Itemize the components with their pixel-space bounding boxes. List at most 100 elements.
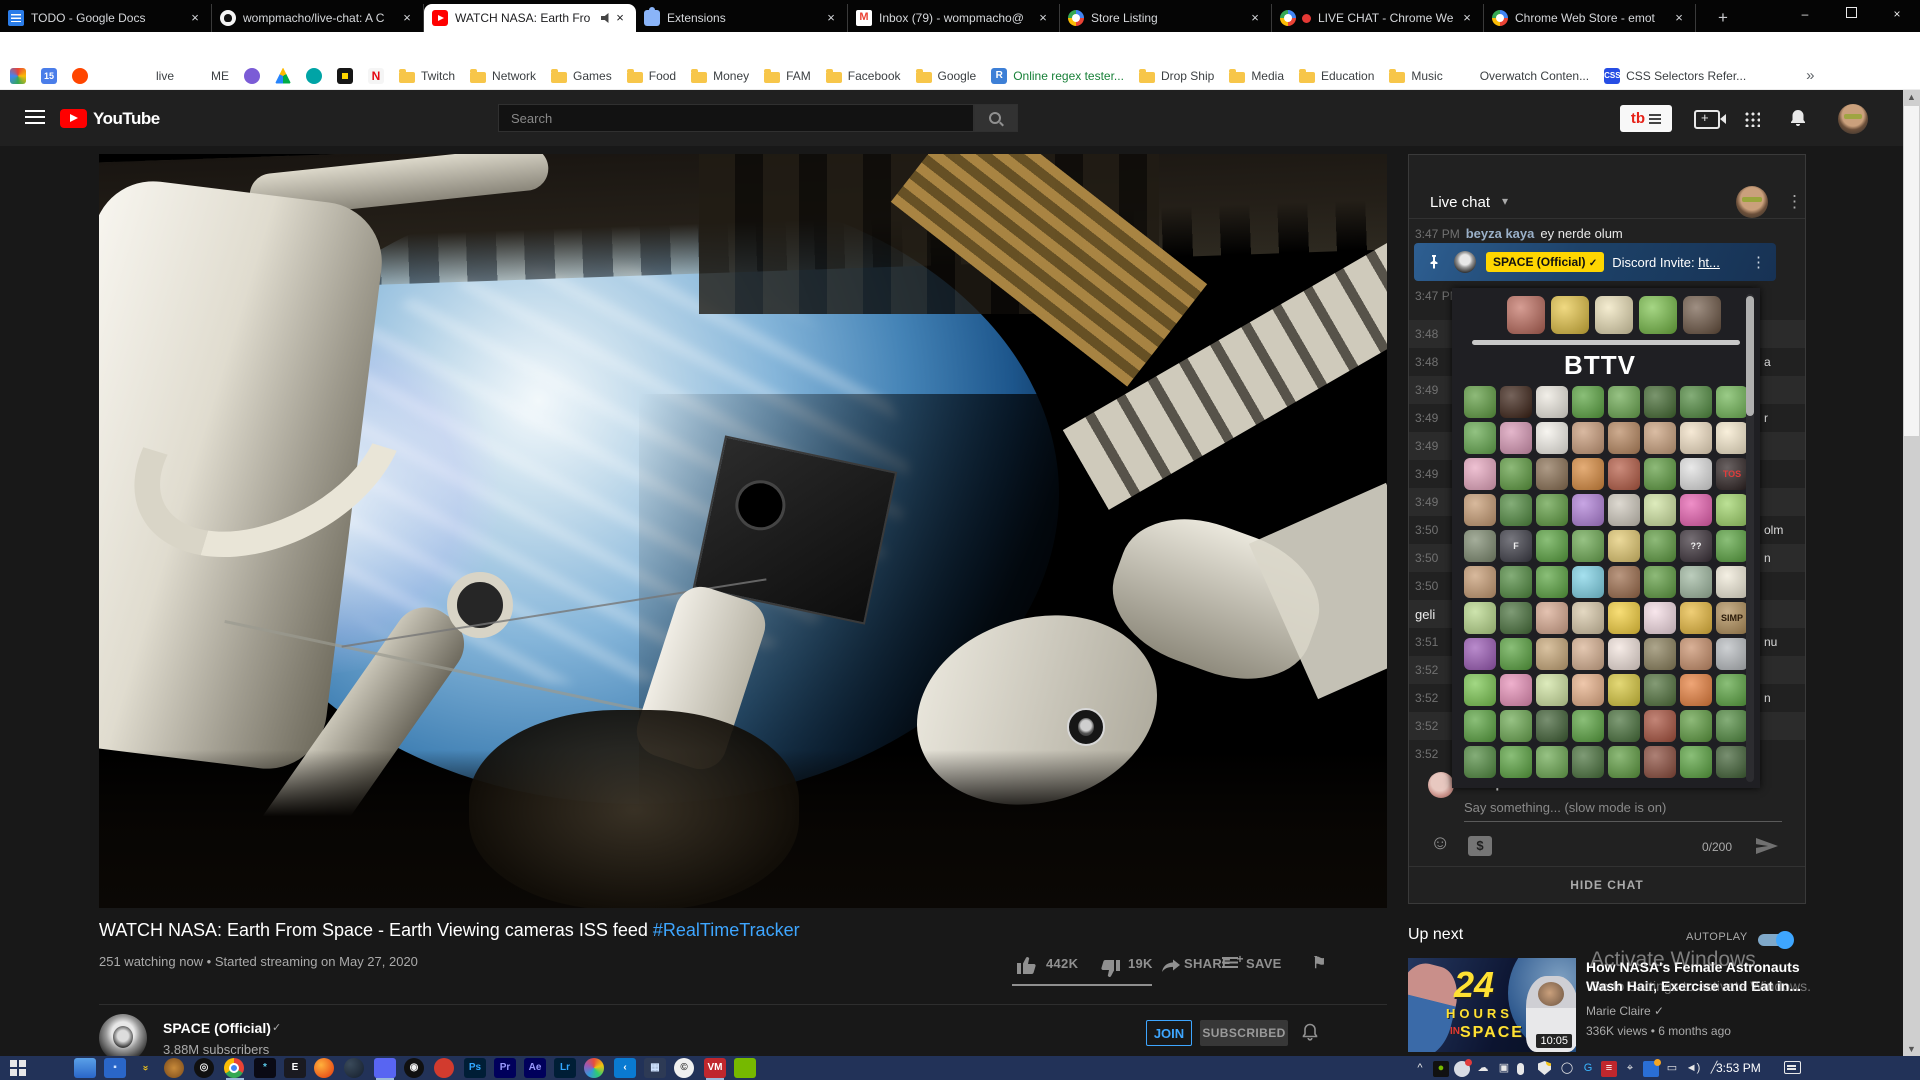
like-icon[interactable] xyxy=(1016,954,1037,976)
emote[interactable] xyxy=(1536,638,1568,670)
bookmark-item[interactable] xyxy=(275,68,291,84)
emote[interactable] xyxy=(1608,530,1640,562)
emote[interactable] xyxy=(1500,422,1532,454)
lightroom-app-icon[interactable]: Lr xyxy=(554,1058,576,1078)
picker-scrollbar-thumb[interactable] xyxy=(1746,296,1754,416)
autoplay-toggle[interactable] xyxy=(1758,934,1792,946)
dislike-count[interactable]: 19K xyxy=(1128,956,1153,971)
action-center-icon[interactable] xyxy=(1784,1061,1801,1074)
chat-input-placeholder[interactable]: Say something... (slow mode is on) xyxy=(1464,800,1666,815)
search-button[interactable] xyxy=(974,104,1018,132)
bookmark-item[interactable]: 15 xyxy=(41,68,57,84)
emote[interactable] xyxy=(1680,746,1712,778)
emote[interactable] xyxy=(1644,638,1676,670)
video-player[interactable] xyxy=(99,154,1387,908)
bookmark-item[interactable] xyxy=(72,68,88,84)
emote[interactable] xyxy=(1536,746,1568,778)
chevron-down-icon[interactable]: ▾ xyxy=(1502,194,1508,208)
emote[interactable] xyxy=(1500,746,1532,778)
premiere-app-icon[interactable]: Pr xyxy=(494,1058,516,1078)
emote[interactable] xyxy=(1500,494,1532,526)
pinned-menu-icon[interactable]: ⋮ xyxy=(1751,253,1766,271)
emote[interactable] xyxy=(1500,674,1532,706)
bookmarks-overflow-chevron[interactable]: » xyxy=(1806,67,1814,84)
channel-name[interactable]: SPACE (Official) xyxy=(163,1020,271,1036)
emote[interactable] xyxy=(1536,710,1568,742)
chevrons-app-icon[interactable]: » xyxy=(134,1058,156,1078)
chrome-app-icon[interactable] xyxy=(224,1058,246,1078)
chat-message[interactable]: 3:47 PMbeyza kayaey nerde olum xyxy=(1415,226,1623,241)
pen-tray-icon[interactable]: ╱ xyxy=(1706,1061,1722,1077)
emote[interactable] xyxy=(1680,422,1712,454)
game-app-icon[interactable] xyxy=(164,1058,184,1078)
bookmark-item[interactable]: Overwatch Conten... xyxy=(1458,68,1589,84)
scrollbar-up-arrow[interactable]: ▲ xyxy=(1903,90,1920,104)
aftereffects-app-icon[interactable]: Ae xyxy=(524,1058,546,1078)
emote[interactable] xyxy=(1572,386,1604,418)
emote[interactable] xyxy=(1464,566,1496,598)
power-tray-icon[interactable]: ◯ xyxy=(1559,1061,1575,1077)
emote[interactable] xyxy=(1716,386,1748,418)
browser-tab[interactable]: Extensions× xyxy=(636,4,848,32)
emote[interactable] xyxy=(1608,638,1640,670)
youtube-logo-text[interactable]: YouTube xyxy=(93,109,160,129)
emote[interactable] xyxy=(1608,422,1640,454)
tab-close-icon[interactable]: × xyxy=(823,10,839,26)
emote[interactable] xyxy=(1716,746,1748,778)
emote[interactable] xyxy=(1500,458,1532,490)
dislike-icon[interactable] xyxy=(1100,958,1121,980)
emote[interactable] xyxy=(1464,638,1496,670)
search-input[interactable] xyxy=(499,105,997,131)
suggestion-thumbnail[interactable]: 24 HOURS INSPACE 10:05 xyxy=(1408,958,1576,1052)
emote[interactable] xyxy=(1464,530,1496,562)
channel-watermark[interactable] xyxy=(1067,708,1105,746)
cloud-tray-icon[interactable]: ☁ xyxy=(1475,1061,1491,1077)
emote[interactable] xyxy=(1536,494,1568,526)
emote[interactable] xyxy=(1536,458,1568,490)
emote[interactable] xyxy=(1716,422,1748,454)
emote[interactable]: TOS xyxy=(1716,458,1748,490)
bookmark-folder[interactable]: FAM xyxy=(764,69,811,83)
emote[interactable]: SIMP xyxy=(1716,602,1748,634)
satellite-tray-icon[interactable]: ⌖ xyxy=(1622,1061,1638,1077)
recent-emote[interactable] xyxy=(1683,296,1721,334)
emote[interactable] xyxy=(1644,746,1676,778)
emote[interactable] xyxy=(1464,494,1496,526)
emote[interactable] xyxy=(1680,458,1712,490)
emote[interactable] xyxy=(1572,746,1604,778)
emote[interactable] xyxy=(1500,602,1532,634)
bookmark-item[interactable]: live xyxy=(134,68,174,84)
emote[interactable] xyxy=(1536,530,1568,562)
logitech-tray-icon[interactable]: G xyxy=(1580,1061,1596,1077)
emote[interactable] xyxy=(1464,602,1496,634)
emote[interactable] xyxy=(1644,710,1676,742)
tab-close-icon[interactable]: × xyxy=(1247,10,1263,26)
emote[interactable] xyxy=(1608,602,1640,634)
emote[interactable] xyxy=(1716,674,1748,706)
emote[interactable] xyxy=(1680,710,1712,742)
tubebuddy-button[interactable]: tb xyxy=(1620,105,1672,132)
epic-games-app-icon[interactable]: E xyxy=(284,1058,306,1078)
emote[interactable] xyxy=(1500,638,1532,670)
channel-avatar[interactable] xyxy=(99,1014,147,1062)
photoshop-app-icon[interactable]: Ps xyxy=(464,1058,486,1078)
tab-close-icon[interactable]: × xyxy=(1035,10,1051,26)
emote[interactable] xyxy=(1644,602,1676,634)
discord-tray-icon[interactable] xyxy=(1454,1061,1470,1077)
tray-chevron-icon[interactable]: ^ xyxy=(1412,1061,1428,1077)
emote[interactable] xyxy=(1572,638,1604,670)
browser-tab[interactable]: Store Listing× xyxy=(1060,4,1272,32)
emote[interactable] xyxy=(1536,674,1568,706)
bookmark-item[interactable] xyxy=(306,68,322,84)
pinned-message-banner[interactable]: SPACE (Official) ✓ Discord Invite: ht...… xyxy=(1414,243,1776,281)
volume-tray-icon[interactable]: ◄) xyxy=(1685,1061,1701,1077)
youtube-logo-icon[interactable] xyxy=(60,109,87,128)
search-box[interactable] xyxy=(498,104,974,132)
emote[interactable] xyxy=(1644,422,1676,454)
browser-tab[interactable]: Chrome Web Store - emot× xyxy=(1484,4,1696,32)
emote[interactable] xyxy=(1572,458,1604,490)
emote[interactable] xyxy=(1716,638,1748,670)
discord-app-icon[interactable] xyxy=(374,1058,396,1078)
notifications-bell-icon[interactable] xyxy=(1788,108,1808,128)
apps-grid-icon[interactable] xyxy=(1744,111,1760,127)
